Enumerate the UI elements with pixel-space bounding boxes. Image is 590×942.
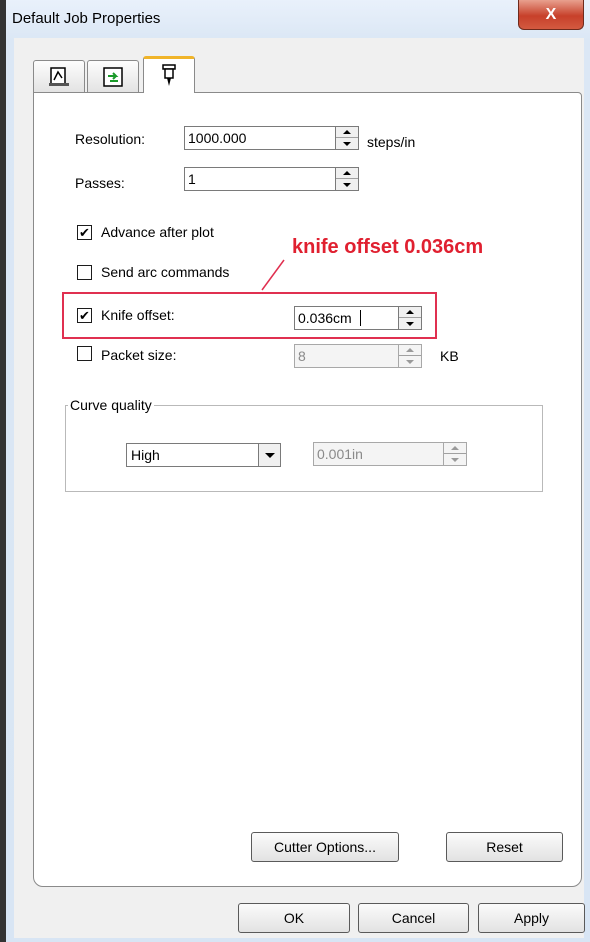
close-button[interactable]: X [518, 0, 584, 30]
spin-down-icon[interactable] [336, 138, 358, 149]
window-title: Default Job Properties [12, 10, 161, 27]
resolution-input[interactable]: 1000.000 [184, 126, 335, 150]
send-arc-commands-label: Send arc commands [101, 264, 230, 280]
spin-up-icon[interactable] [399, 307, 421, 318]
spin-down-icon[interactable] [399, 318, 421, 329]
apply-button[interactable]: Apply [478, 903, 585, 933]
packet-size-checkbox[interactable] [77, 346, 92, 361]
cancel-button[interactable]: Cancel [358, 903, 469, 933]
spin-up-icon[interactable] [336, 127, 358, 138]
packet-size-spinner[interactable] [398, 344, 422, 368]
spin-down-icon[interactable] [336, 179, 358, 190]
window-edge [0, 0, 6, 942]
annotation-text: knife offset 0.036cm [292, 236, 484, 258]
checkmark-icon: ✔ [79, 225, 90, 240]
annotation-pointer-line [261, 259, 285, 291]
packet-size-label: Packet size: [101, 347, 177, 363]
checkmark-icon: ✔ [79, 308, 90, 323]
packet-size-unit: KB [440, 348, 459, 364]
curve-tolerance-spinner[interactable] [443, 442, 467, 466]
plot-page-icon [48, 66, 70, 88]
text-cursor [360, 310, 361, 326]
curve-quality-select[interactable]: High [126, 443, 281, 467]
cutter-knife-icon [158, 64, 180, 88]
knife-offset-input[interactable]: 0.036cm [294, 306, 398, 330]
cutter-options-button[interactable]: Cutter Options... [251, 832, 399, 862]
tab-plot[interactable] [33, 60, 85, 92]
curve-tolerance-input[interactable]: 0.001in [313, 442, 443, 466]
spin-up-icon[interactable] [336, 168, 358, 179]
refresh-arrows-icon [102, 66, 124, 88]
title-bar[interactable]: Default Job Properties [6, 0, 590, 38]
packet-size-input[interactable]: 8 [294, 344, 398, 368]
passes-spinner[interactable] [335, 167, 359, 191]
passes-label: Passes: [75, 175, 125, 191]
resolution-spinner[interactable] [335, 126, 359, 150]
knife-offset-label: Knife offset: [101, 307, 175, 323]
spin-down-icon[interactable] [444, 454, 466, 465]
spin-up-icon[interactable] [399, 345, 421, 356]
passes-input[interactable]: 1 [184, 167, 335, 191]
spin-down-icon[interactable] [399, 356, 421, 367]
resolution-label: Resolution: [75, 131, 146, 147]
send-arc-commands-checkbox[interactable] [77, 265, 92, 280]
curve-quality-group-label: Curve quality [68, 397, 154, 413]
chevron-down-icon[interactable] [258, 444, 280, 466]
knife-offset-spinner[interactable] [398, 306, 422, 330]
tab-cutter[interactable] [143, 56, 195, 93]
tab-refresh[interactable] [87, 60, 139, 92]
reset-button[interactable]: Reset [446, 832, 563, 862]
spin-up-icon[interactable] [444, 443, 466, 454]
advance-after-plot-checkbox[interactable]: ✔ [77, 225, 92, 240]
advance-after-plot-label: Advance after plot [101, 224, 214, 240]
resolution-unit: steps/in [367, 134, 416, 150]
ok-button[interactable]: OK [238, 903, 350, 933]
knife-offset-checkbox[interactable]: ✔ [77, 308, 92, 323]
